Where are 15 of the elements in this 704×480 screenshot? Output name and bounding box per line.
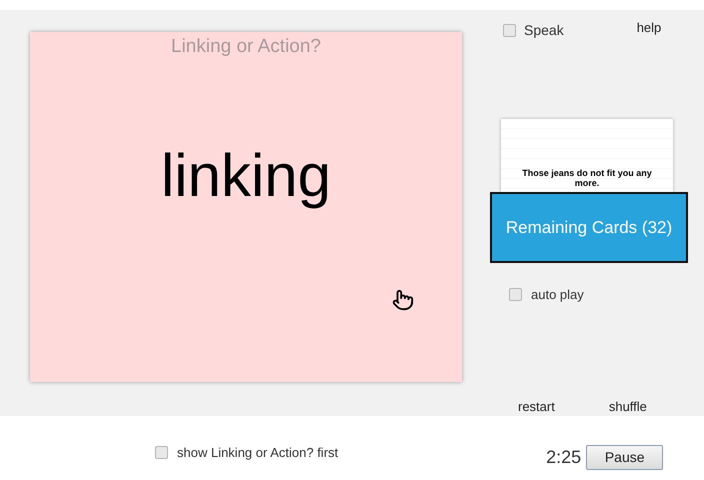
help-link[interactable]: help <box>636 18 662 38</box>
preview-sentence: Those jeans do not fit you any more. <box>521 168 653 188</box>
show-first-checkbox[interactable] <box>155 446 168 459</box>
speak-checkbox[interactable] <box>503 24 516 37</box>
pause-button[interactable]: Pause <box>586 445 664 470</box>
auto-play-checkbox[interactable] <box>509 288 522 302</box>
shuffle-link[interactable]: shuffle <box>608 396 647 416</box>
card-title: Linking or Action? <box>171 35 321 59</box>
auto-play-label: auto play <box>531 286 584 304</box>
hand-cursor-icon <box>392 288 414 312</box>
show-first-label: show Linking or Action? first <box>177 444 338 462</box>
timer: 2:25 <box>546 446 582 469</box>
restart-link[interactable]: restart <box>518 396 555 416</box>
speak-label: Speak <box>524 21 564 40</box>
flashcard[interactable]: Linking or Action? linking <box>30 32 462 382</box>
